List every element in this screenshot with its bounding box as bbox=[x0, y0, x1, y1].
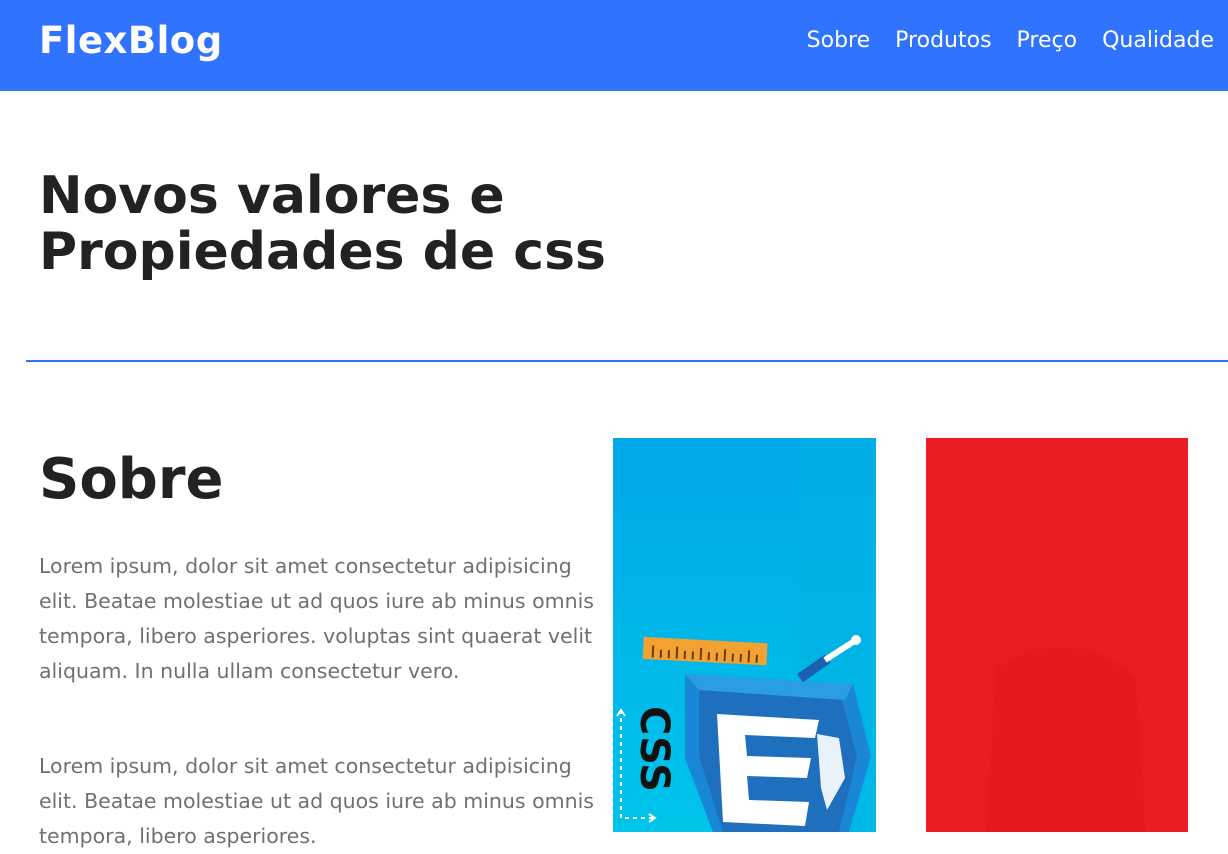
site-logo[interactable]: FlexBlog bbox=[39, 18, 223, 64]
css-vertical-text: CSS bbox=[631, 706, 677, 792]
red-illustration bbox=[926, 438, 1188, 832]
about-paragraph: Lorem ipsum, dolor sit amet consectetur … bbox=[39, 549, 594, 689]
nav-link-qualidade[interactable]: Qualidade bbox=[1102, 25, 1214, 57]
nav-link-produtos[interactable]: Produtos bbox=[895, 25, 991, 57]
site-header: FlexBlog Sobre Produtos Preço Qualidade bbox=[0, 0, 1228, 91]
svg-text:CSS: CSS bbox=[631, 706, 677, 792]
nav-link-sobre[interactable]: Sobre bbox=[807, 25, 871, 57]
about-paragraph: Lorem ipsum, dolor sit amet consectetur … bbox=[39, 749, 594, 854]
section-divider bbox=[26, 360, 1228, 362]
css3-shield-icon bbox=[685, 674, 871, 832]
red-image bbox=[926, 438, 1188, 832]
css3-image: CSS bbox=[613, 438, 876, 832]
page-title: Novos valores e Propiedades de css bbox=[39, 168, 659, 280]
css3-illustration: CSS bbox=[613, 438, 876, 832]
nav-link-preco[interactable]: Preço bbox=[1017, 25, 1078, 57]
main-nav: Sobre Produtos Preço Qualidade bbox=[807, 25, 1214, 57]
about-title: Sobre bbox=[39, 449, 224, 511]
